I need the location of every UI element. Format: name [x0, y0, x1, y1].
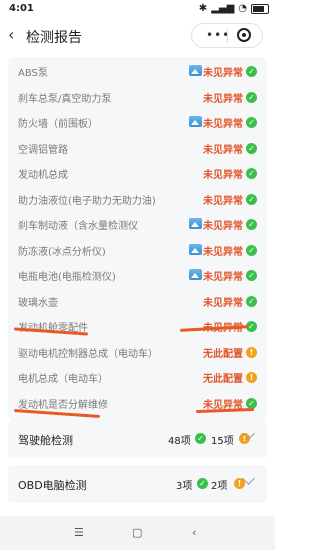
check-icon: ✓ [246, 66, 257, 77]
page-title: 检测报告 [26, 30, 82, 46]
check-icon: ✓ [195, 433, 206, 444]
check-icon: ✓ [246, 117, 257, 128]
status-icons: ✱ ▂▄▆ ◔ [199, 3, 269, 14]
report-item-label: 发动机是否分解维修 [18, 399, 108, 411]
warning-icon: ! [246, 346, 257, 358]
system-nav-bar: ☰ ▢ ‹ [0, 516, 275, 550]
section-name: 驾驶舱检测 [18, 434, 73, 447]
battery-icon [251, 3, 269, 14]
warning-icon: ! [246, 372, 257, 383]
section-name: OBD电脑检测 [18, 479, 87, 492]
ok-count: 48项 [168, 436, 191, 447]
status-text: 未见异常 [203, 221, 243, 232]
title-bar: ‹ 检测报告 ••• [0, 20, 275, 52]
check-icon: ✓ [246, 142, 257, 154]
report-row[interactable]: 玻璃水壶 未见异常 ✓ [8, 289, 267, 313]
report-item-label: 电机总成（电动车） [18, 374, 108, 385]
status-text: 未见异常 [203, 297, 243, 309]
section-obd[interactable]: OBD电脑检测 3项 ✓ 2项 ! [8, 465, 267, 503]
status-text: 未见异常 [203, 195, 243, 207]
photo-icon[interactable] [189, 269, 202, 280]
report-item-label: 电瓶电池(电瓶检测仪) [18, 272, 116, 283]
check-icon: ✓ [246, 168, 257, 179]
report-item-label: 刹车总泵/真空助力泵 [18, 93, 112, 105]
status-text: 无此配置 [203, 348, 243, 360]
report-row[interactable]: 刹车制动液（含水量检测仪 未见异常 ✓ [8, 212, 267, 236]
report-row[interactable]: 防冻液(冰点分析仪) 未见异常 ✓ [8, 238, 267, 262]
capsule-divider [227, 29, 228, 43]
check-icon: ✓ [246, 91, 257, 103]
check-icon: ✓ [246, 244, 257, 256]
report-row[interactable]: 发动机总成 未见异常 ✓ [8, 161, 267, 185]
check-icon: ✓ [246, 193, 257, 205]
signal-icon: ▂▄▆ [211, 3, 235, 14]
report-row[interactable]: 空调铝管路 未见异常 ✓ [8, 136, 267, 160]
status-text: 未见异常 [203, 119, 243, 130]
status-time: 4:01 [9, 3, 34, 14]
photo-icon[interactable] [189, 218, 202, 229]
report-row[interactable]: 驱动电机控制器总成（电动车） 无此配置! [8, 340, 267, 364]
report-row[interactable]: ABS泵 未见异常 ✓ [8, 59, 267, 83]
status-text: 未见异常 [203, 68, 243, 79]
mini-program-capsule: ••• [191, 23, 263, 48]
report-row[interactable]: 电机总成（电动车） 无此配置! [8, 365, 267, 389]
status-text: 无此配置 [203, 374, 243, 385]
report-row[interactable]: 助力油液位(电子助力无助力油) 未见异常 ✓ [8, 187, 267, 211]
status-text: 未见异常 [203, 272, 243, 283]
status-bar: 4:01 ✱ ▂▄▆ ◔ [0, 0, 275, 20]
photo-icon[interactable] [189, 243, 202, 255]
report-item-label: ABS泵 [18, 68, 48, 79]
wifi-icon: ◔ [238, 3, 247, 14]
report-item-label: 助力油液位(电子助力无助力油) [18, 195, 156, 207]
status-text: 未见异常 [203, 144, 243, 156]
report-row[interactable]: 刹车总泵/真空助力泵 未见异常 ✓ [8, 85, 267, 109]
report-item-label: 防火墙（前围板） [18, 119, 98, 130]
home-nav-icon[interactable]: ▢ [132, 526, 142, 539]
report-item-label: 刹车制动液（含水量检测仪 [18, 221, 138, 232]
report-item-label: 防冻液(冰点分析仪) [18, 246, 106, 258]
warn-count: 15项 [211, 436, 234, 447]
ok-count: 3项 [176, 481, 193, 492]
status-text: 未见异常 [203, 246, 243, 258]
check-icon: ✓ [246, 219, 257, 230]
report-row[interactable]: 防火墙（前围板） 未见异常 ✓ [8, 110, 267, 134]
menu-nav-icon[interactable]: ☰ [74, 526, 84, 539]
status-text: 未见异常 [203, 170, 243, 181]
check-icon: ✓ [197, 478, 208, 489]
photo-icon[interactable] [189, 65, 202, 76]
close-target-icon[interactable] [237, 28, 251, 42]
back-nav-icon[interactable]: ‹ [192, 526, 196, 539]
back-button[interactable]: ‹ [8, 25, 14, 44]
section-cockpit[interactable]: 驾驶舱检测 48项 ✓ 15项 ! [8, 420, 267, 458]
bluetooth-icon: ✱ [198, 3, 208, 14]
check-icon: ✓ [246, 397, 257, 409]
status-text: 未见异常 [203, 93, 243, 105]
report-card: ABS泵 未见异常 ✓ 刹车总泵/真空助力泵 未见异常 ✓ 防火墙（前围板） 未见异常 ✓ 空调铝… [8, 57, 267, 420]
report-item-label: 驱动电机控制器总成（电动车） [18, 348, 158, 360]
warn-count: 2项 [211, 481, 228, 492]
report-item-label: 空调铝管路 [18, 144, 68, 156]
report-item-label: 玻璃水壶 [18, 297, 58, 309]
check-icon: ✓ [246, 270, 257, 281]
report-row[interactable]: 电瓶电池(电瓶检测仪) 未见异常 ✓ [8, 263, 267, 287]
photo-icon[interactable] [189, 116, 202, 127]
report-item-label: 发动机总成 [18, 170, 68, 181]
check-icon: ✓ [246, 295, 257, 307]
